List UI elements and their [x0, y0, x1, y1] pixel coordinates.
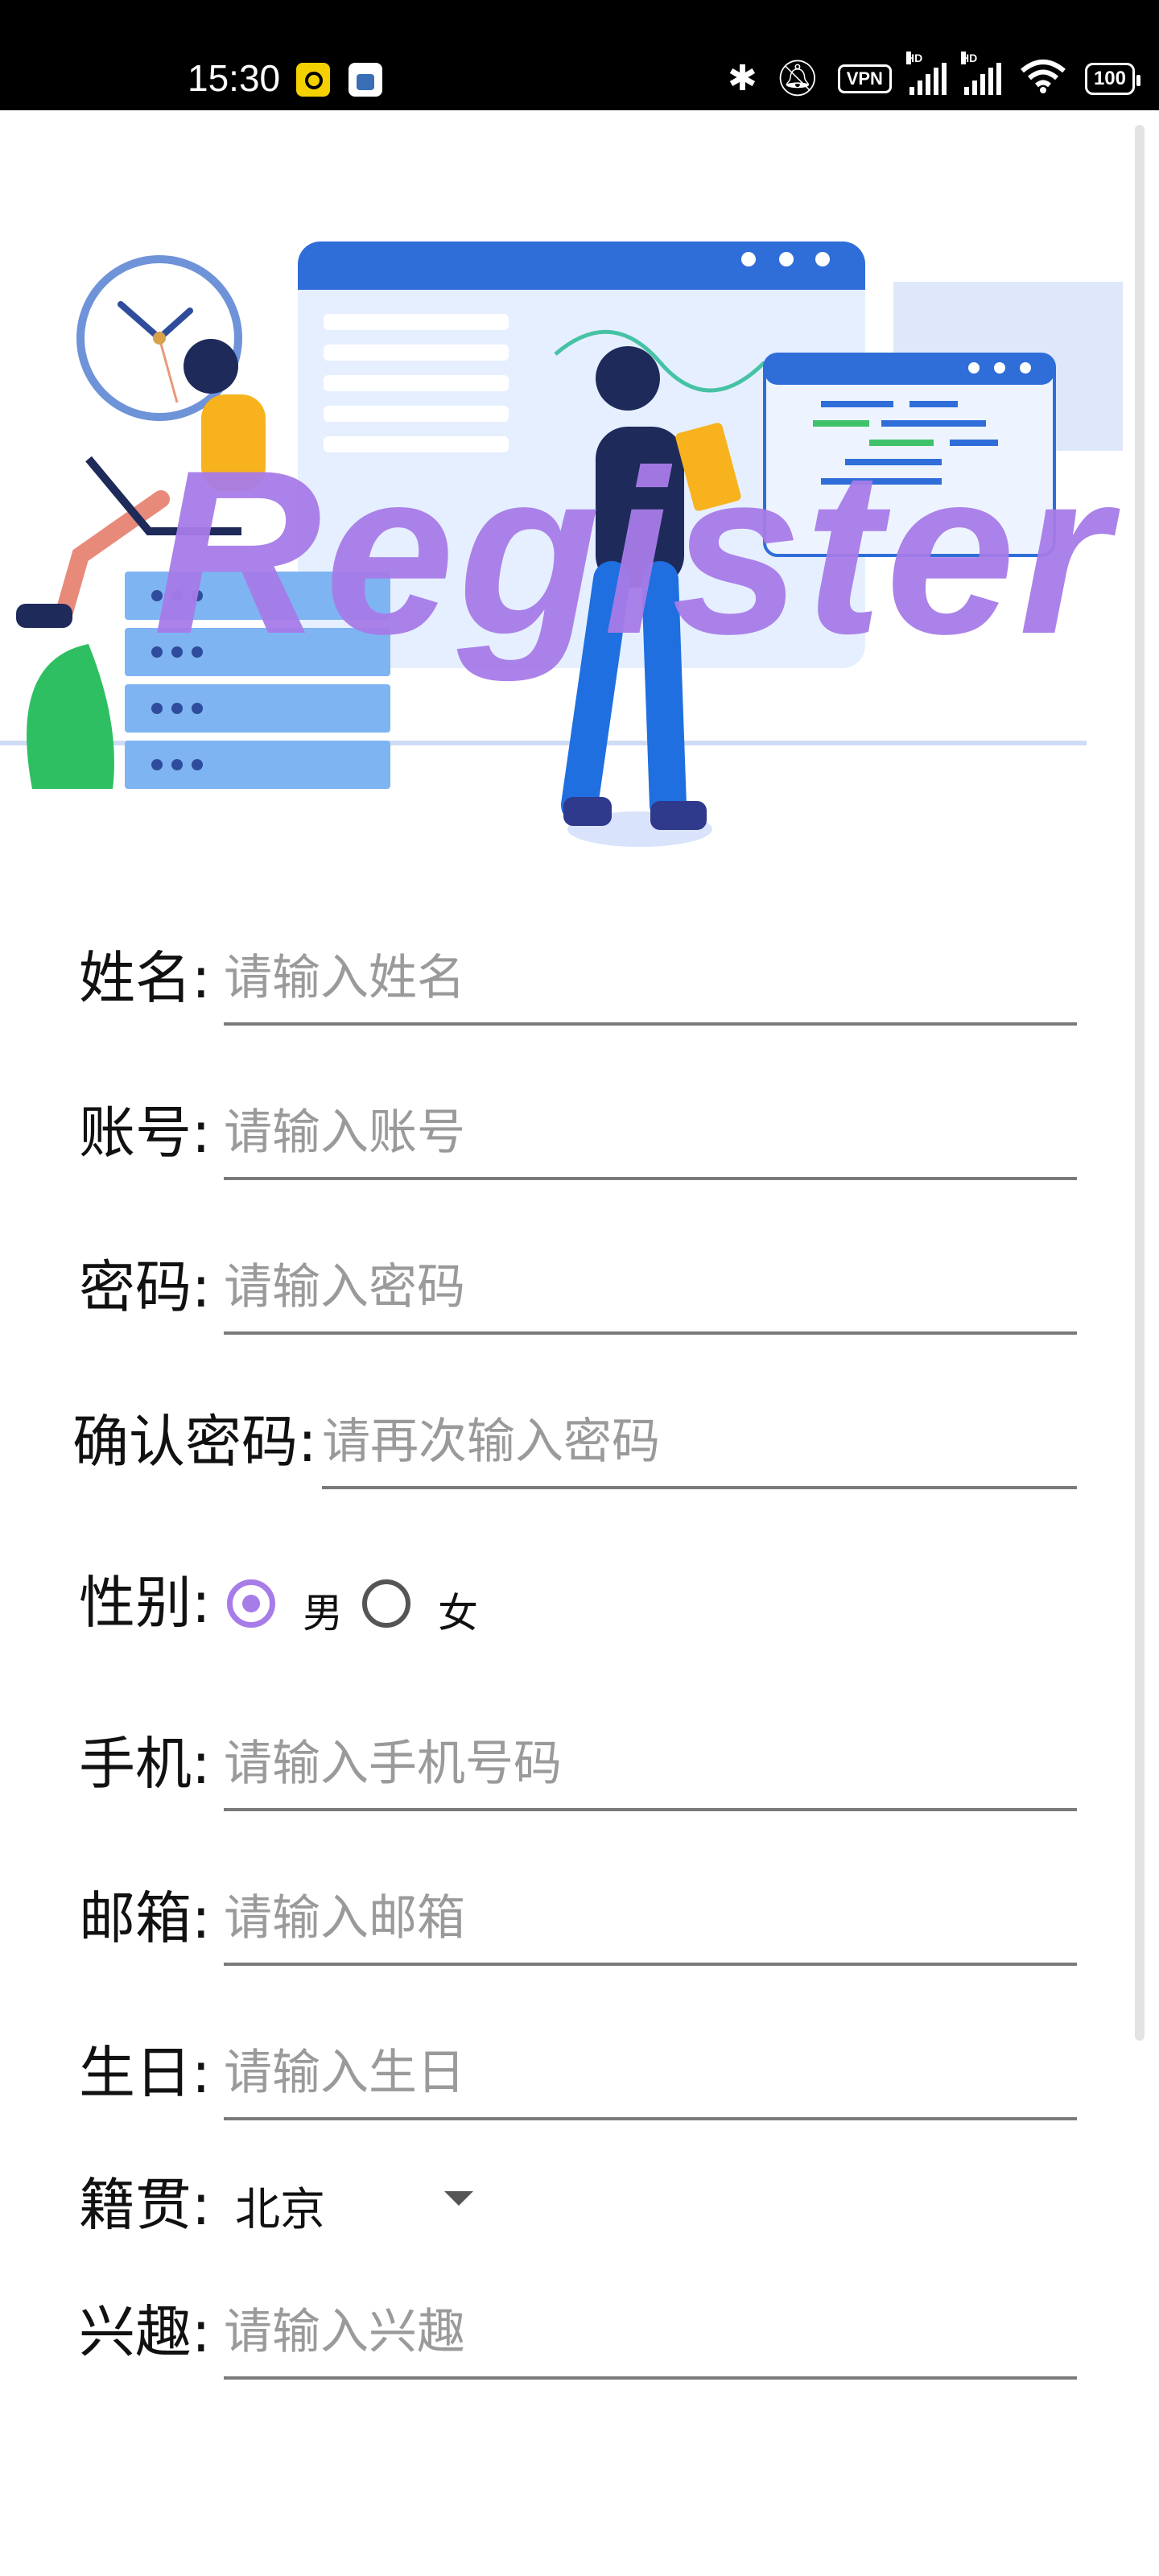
vpn-icon: VPN: [837, 64, 892, 93]
password-label: 密码:: [79, 1254, 211, 1320]
gender-female-label[interactable]: 女: [438, 1581, 478, 1639]
phone-input[interactable]: [224, 1719, 1077, 1811]
email-label: 邮箱:: [79, 1885, 211, 1951]
gender-label: 性别:: [79, 1570, 211, 1636]
bluetooth-icon: ✱: [727, 58, 757, 98]
status-time: 15:30: [188, 57, 281, 99]
app-notification-icon: [296, 63, 330, 97]
status-icons: ✱ 🔕︎ VPN HD HD 100: [727, 51, 1141, 101]
confirm-password-label: 确认密码:: [72, 1409, 317, 1475]
battery-icon: 100: [1084, 62, 1141, 95]
wifi-icon: [1019, 58, 1067, 100]
account-input[interactable]: [224, 1088, 1077, 1180]
status-bar: 15:30 ✱ 🔕︎ VPN HD HD 100: [0, 0, 1159, 110]
signal-icon-2: HD: [960, 51, 1001, 95]
mute-bell-icon: 🔕︎: [774, 58, 820, 98]
name-input[interactable]: [224, 934, 1077, 1026]
hero-illustration: Register: [0, 209, 1159, 902]
phone-label: 手机:: [79, 1731, 211, 1797]
gender-male-radio[interactable]: [227, 1579, 275, 1628]
birthday-label: 生日:: [79, 2040, 211, 2106]
gender-female-radio[interactable]: [362, 1579, 410, 1628]
email-input[interactable]: [224, 1874, 1077, 1966]
hometown-label: 籍贯:: [79, 2172, 211, 2238]
register-title: Register: [153, 422, 1113, 683]
confirm-password-input[interactable]: [322, 1397, 1077, 1489]
dropdown-caret-icon[interactable]: [444, 2191, 473, 2206]
hobby-label: 兴趣:: [79, 2299, 211, 2365]
hobby-input[interactable]: [224, 2288, 1077, 2380]
signal-icon: HD: [905, 51, 947, 95]
hometown-value[interactable]: 北京: [235, 2174, 325, 2239]
password-input[interactable]: [224, 1243, 1077, 1335]
app-notification-icon-2: [349, 63, 382, 97]
account-label: 账号:: [79, 1100, 211, 1166]
name-label: 姓名:: [79, 945, 211, 1011]
gender-male-label[interactable]: 男: [303, 1581, 343, 1639]
birthday-input[interactable]: [224, 2029, 1077, 2120]
